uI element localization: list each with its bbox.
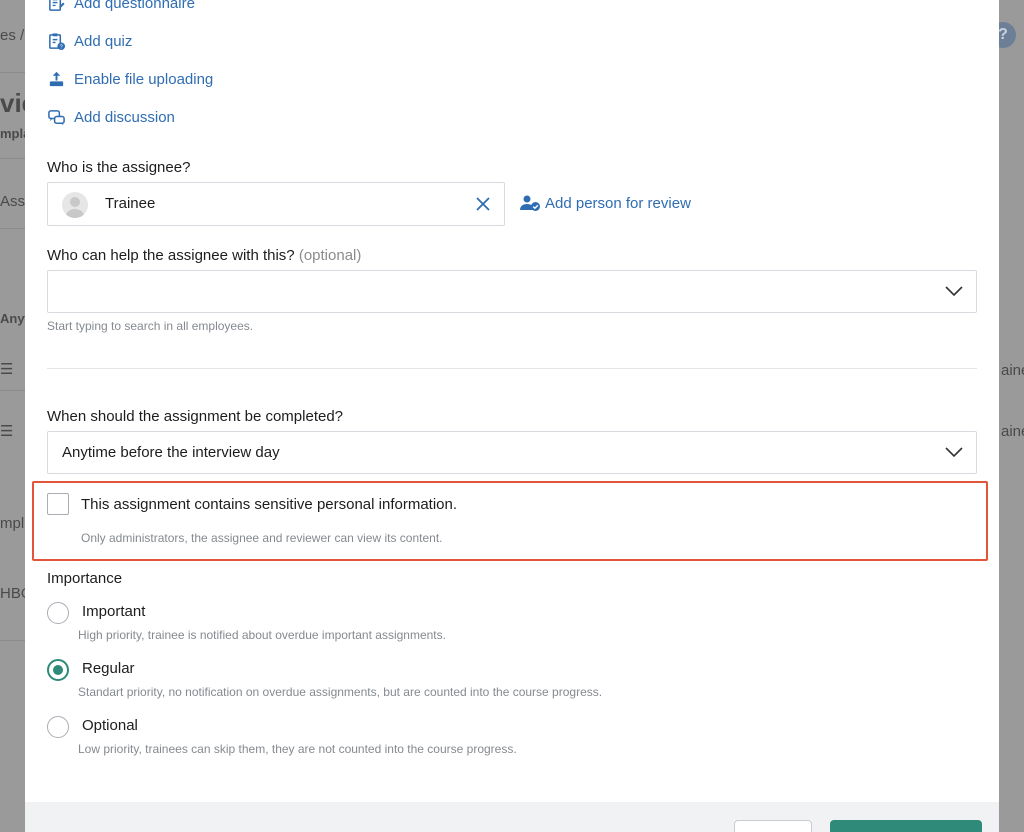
importance-important-radio[interactable] — [47, 602, 69, 624]
drag-handle-icon: ☰ — [0, 361, 14, 378]
discussion-icon — [48, 110, 65, 126]
enable-file-uploading-link[interactable]: Enable file uploading — [47, 70, 213, 89]
bg-divider — [0, 158, 25, 159]
completion-select-value: Anytime before the interview day — [62, 444, 280, 461]
breadcrumb-fragment: es / — [0, 27, 25, 44]
importance-regular-hint: Standart priority, no notification on ov… — [78, 685, 603, 699]
bg-divider — [0, 228, 25, 229]
importance-optional-radio[interactable] — [47, 716, 69, 738]
add-quiz-link[interactable]: ? Add quiz — [47, 32, 132, 51]
action-label: Add questionnaire — [74, 0, 195, 12]
assignee-name: Trainee — [105, 195, 156, 212]
importance-optional-label[interactable]: Optional — [82, 717, 138, 734]
importance-regular-radio[interactable] — [47, 659, 69, 681]
assignee-question: Who is the assignee? — [47, 159, 191, 176]
assignee-field[interactable]: Trainee — [47, 182, 505, 226]
upload-icon — [49, 71, 64, 87]
completion-question: When should the assignment be completed? — [47, 408, 344, 425]
drag-handle-icon: ☰ — [0, 423, 14, 440]
helper-select[interactable] — [47, 270, 977, 313]
add-questionnaire-link[interactable]: Add questionnaire — [47, 0, 195, 13]
importance-regular-label[interactable]: Regular — [82, 660, 135, 677]
chevron-down-icon — [945, 447, 963, 458]
helper-hint: Start typing to search in all employees. — [47, 319, 254, 333]
action-label: Add quiz — [74, 33, 133, 50]
add-person-for-review-link[interactable]: Add person for review — [520, 194, 691, 212]
bg-divider — [0, 390, 25, 391]
importance-important-hint: High priority, trainee is notified about… — [78, 628, 446, 642]
bg-divider — [0, 72, 25, 73]
svg-text:?: ? — [60, 45, 63, 51]
submit-button[interactable] — [830, 820, 982, 832]
importance-important-label[interactable]: Important — [82, 603, 145, 620]
chevron-down-icon — [945, 286, 963, 297]
sensitive-info-label[interactable]: This assignment contains sensitive perso… — [81, 496, 457, 513]
quiz-icon: ? — [49, 33, 66, 51]
helper-question: Who can help the assignee with this? (op… — [47, 247, 361, 264]
optional-tag: (optional) — [298, 247, 362, 264]
row-fragment: aine — [1001, 423, 1024, 440]
add-discussion-link[interactable]: Add discussion — [47, 108, 175, 127]
sensitive-info-checkbox[interactable] — [47, 493, 69, 515]
add-reviewer-icon — [520, 195, 540, 211]
importance-label: Importance — [47, 570, 123, 587]
action-label: Enable file uploading — [74, 71, 214, 88]
person-placeholder-icon — [65, 197, 85, 218]
sensitive-info-hint: Only administrators, the assignee and re… — [81, 531, 443, 545]
avatar — [62, 192, 88, 218]
importance-optional-hint: Low priority, trainees can skip them, th… — [78, 742, 517, 756]
assignment-modal: Add questionnaire ? Add quiz Enable file… — [25, 0, 999, 832]
completion-select[interactable]: Anytime before the interview day — [47, 431, 977, 474]
questionnaire-icon — [49, 0, 65, 11]
section-divider — [47, 368, 977, 369]
action-label: Add discussion — [74, 109, 175, 126]
clear-assignee-icon[interactable] — [474, 195, 492, 213]
cancel-button[interactable] — [734, 820, 812, 832]
row-fragment: aine — [1001, 362, 1024, 379]
bg-divider — [0, 640, 25, 641]
add-reviewer-label: Add person for review — [545, 194, 691, 212]
sensitive-info-highlight — [32, 481, 988, 561]
row-fragment: mpl — [0, 515, 25, 532]
helper-question-text: Who can help the assignee with this? — [47, 247, 295, 264]
